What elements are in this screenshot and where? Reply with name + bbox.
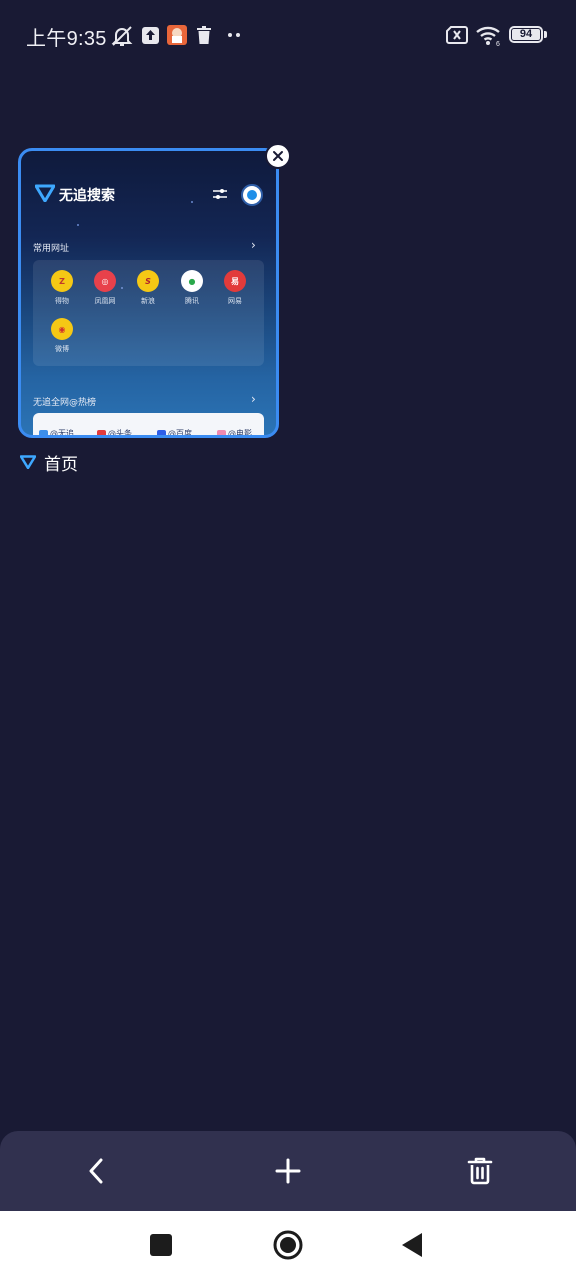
hot-item: @无追 [39, 428, 74, 435]
clear-tabs-button[interactable] [460, 1151, 500, 1191]
battery-level: 94 [519, 28, 533, 40]
more-dots-icon [228, 33, 240, 37]
plus-icon [275, 1158, 301, 1184]
site-label: 新浪 [141, 297, 155, 305]
common-sites-panel: Z 得物 ◎ 凤凰网 S 新浪 ● 腾讯 易 网易 ◉ 微博 [33, 260, 264, 366]
chevron-right-icon: › [251, 238, 256, 252]
wuzhui-logo-icon [35, 184, 55, 202]
mute-bell-icon [111, 26, 133, 46]
status-bar: 上午9:35 6 94 [0, 0, 576, 72]
weibo-icon: ◉ [51, 318, 73, 340]
system-back-button[interactable] [395, 1228, 429, 1262]
home-button[interactable] [271, 1228, 305, 1262]
star-decoration [191, 201, 193, 203]
common-sites-title: 常用网址 [33, 244, 70, 254]
site-item: S 新浪 [128, 270, 168, 306]
site-label: 微博 [55, 345, 69, 353]
trash-icon [467, 1157, 493, 1185]
tab-card-home[interactable]: 无追搜索 常用网址 › Z 得物 ◎ 凤凰网 S 新浪 ● 腾讯 易 网易 ◉ [18, 148, 279, 438]
recents-button[interactable] [144, 1228, 178, 1262]
site-item: ● 腾讯 [172, 270, 212, 306]
app-notification-icon [167, 25, 187, 45]
hot-list-strip: @无追 @头条 @百度 @电影 [33, 413, 264, 435]
close-icon [273, 151, 283, 161]
triangle-back-icon [402, 1233, 422, 1257]
site-label: 凤凰网 [94, 297, 116, 305]
star-decoration [77, 224, 79, 226]
dewu-icon: Z [51, 270, 73, 292]
hot-item: @百度 [157, 428, 192, 435]
bottom-toolbar [0, 1131, 576, 1211]
system-nav-bar [0, 1211, 576, 1280]
square-icon [150, 1234, 172, 1256]
site-item: ◉ 微博 [42, 318, 82, 354]
hot-item: @电影 [217, 428, 252, 435]
sina-icon: S [137, 270, 159, 292]
hot-list-title: 无追全网@热榜 [33, 398, 97, 408]
filter-icon [213, 189, 227, 199]
wifi-icon: 6 [476, 26, 500, 47]
avatar [241, 184, 263, 206]
site-label: 网易 [228, 297, 242, 305]
status-time: 上午9:35 [26, 28, 107, 50]
tab-caption[interactable]: 首页 [20, 451, 78, 475]
site-label: 得物 [55, 297, 69, 305]
tencent-icon: ● [181, 270, 203, 292]
upload-icon [142, 27, 159, 44]
ifeng-icon: ◎ [94, 270, 116, 292]
wuzhui-logo-icon [20, 455, 36, 469]
close-tab-button[interactable] [265, 143, 291, 169]
circle-icon [273, 1230, 303, 1260]
battery-icon: 94 [509, 26, 543, 43]
trash-status-icon [197, 26, 211, 44]
hot-item: @头条 [97, 428, 132, 435]
preview-brand: 无追搜索 [59, 188, 115, 204]
site-item: Z 得物 [42, 270, 82, 306]
new-tab-button[interactable] [268, 1151, 308, 1191]
tab-title: 首页 [44, 454, 78, 475]
chevron-right-icon: › [251, 392, 256, 406]
site-label: 腾讯 [185, 297, 199, 305]
no-sim-icon [446, 26, 468, 44]
svg-text:6: 6 [496, 41, 500, 47]
site-item: ◎ 凤凰网 [85, 270, 125, 306]
back-button[interactable] [76, 1151, 116, 1191]
netease-icon: 易 [224, 270, 246, 292]
back-arrow-icon [89, 1158, 103, 1184]
battery-cap [544, 31, 547, 38]
site-item: 易 网易 [215, 270, 255, 306]
